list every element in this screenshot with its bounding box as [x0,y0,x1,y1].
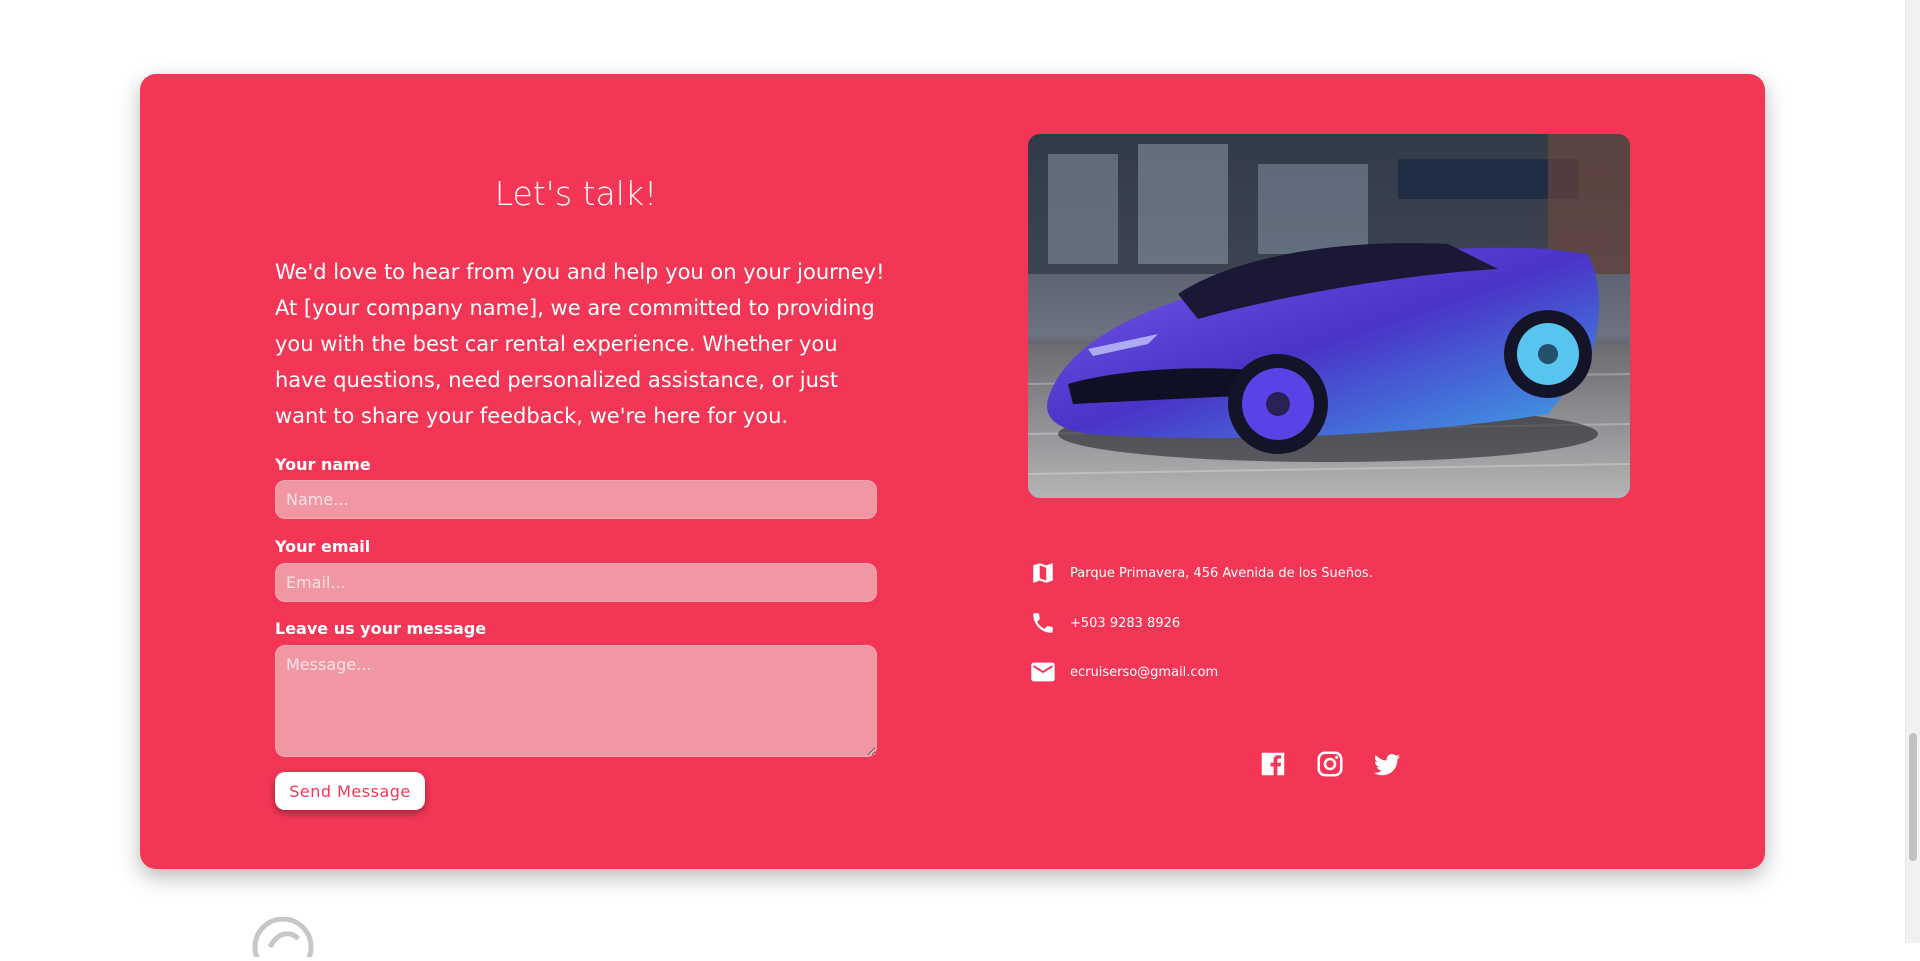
contact-heading: Let's talk! [494,174,658,213]
email-text: ecruiserso@gmail.com [1070,664,1219,680]
facebook-icon[interactable] [1258,749,1288,779]
address-row: Parque Primavera, 456 Avenida de los Sue… [1028,558,1373,588]
email-label: Your email [275,537,371,556]
message-textarea[interactable] [275,645,877,757]
message-label: Leave us your message [275,619,487,638]
name-input[interactable] [275,480,877,519]
contact-card: Let's talk! We'd love to hear from you a… [140,74,1765,869]
car-photo [1028,134,1630,498]
email-input[interactable] [275,563,877,602]
phone-text: +503 9283 8926 [1070,615,1181,631]
name-label: Your name [275,455,371,474]
contact-intro: We'd love to hear from you and help you … [275,260,885,428]
twitter-icon[interactable] [1372,749,1402,779]
mail-icon [1028,657,1058,687]
phone-row: +503 9283 8926 [1028,608,1180,638]
footer-logo-partial [248,916,318,961]
map-icon [1028,558,1058,588]
send-message-button[interactable]: Send Message [275,772,425,810]
scrollbar-thumb[interactable] [1909,733,1917,861]
instagram-icon[interactable] [1315,749,1345,779]
email-row: ecruiserso@gmail.com [1028,657,1218,687]
page-scrollbar[interactable] [1905,0,1920,943]
address-text: Parque Primavera, 456 Avenida de los Sue… [1070,565,1373,581]
phone-icon [1028,608,1058,638]
